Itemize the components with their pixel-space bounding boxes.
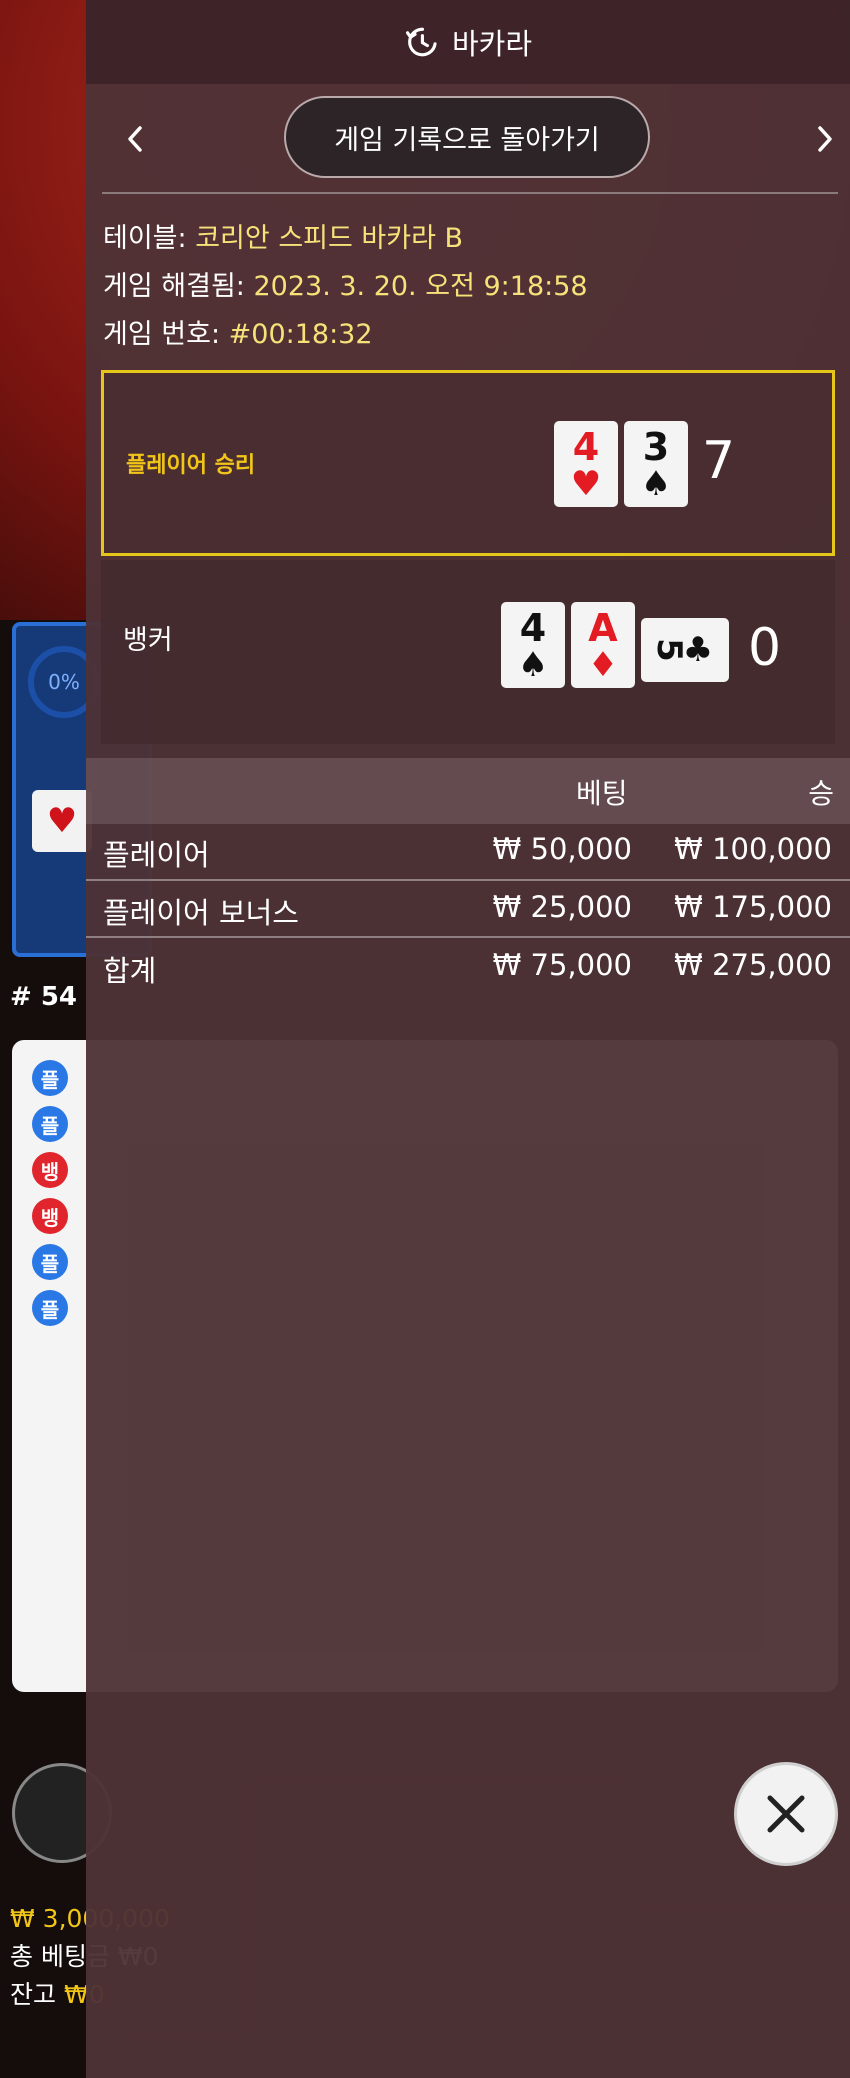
bet-amount: ₩ 75,000 bbox=[492, 948, 632, 982]
close-button[interactable] bbox=[734, 1762, 838, 1866]
panel-header: 바카라 bbox=[86, 0, 850, 84]
win-amount: ₩ 275,000 bbox=[674, 948, 832, 982]
diamond-icon: ♦ bbox=[587, 645, 619, 685]
bet-amount: ₩ 25,000 bbox=[492, 890, 632, 924]
history-nav: 게임 기록으로 돌아가기 bbox=[86, 96, 850, 182]
table-row-total: 합계 ₩ 75,000 ₩ 275,000 bbox=[86, 938, 850, 996]
road-mark: 뱅 bbox=[32, 1152, 68, 1188]
table-label: 테이블: bbox=[103, 223, 187, 254]
win-column-header: 승 bbox=[808, 777, 834, 810]
game-number-info: 게임 번호: #00:18:32 bbox=[103, 312, 373, 351]
round-number: # 54 bbox=[10, 982, 78, 1012]
bet-name: 플레이어 bbox=[103, 838, 210, 872]
banker-score: 0 bbox=[748, 618, 782, 678]
back-to-history-button[interactable]: 게임 기록으로 돌아가기 bbox=[284, 96, 650, 178]
card-rank: 3 bbox=[642, 425, 670, 469]
card-rank: 5 bbox=[648, 638, 689, 662]
banker-card-1: 4 ♠ bbox=[501, 602, 565, 688]
heart-icon: ♥ bbox=[570, 464, 602, 504]
banker-result-label: 뱅커 bbox=[123, 625, 173, 656]
banker-card-3: 5 ♣ bbox=[641, 618, 729, 682]
table-row: 플레이어 보너스 ₩ 25,000 ₩ 175,000 bbox=[86, 880, 850, 938]
bet-column-header: 베팅 bbox=[576, 777, 628, 810]
bets-table-header: 베팅 승 bbox=[86, 758, 850, 824]
game-history-panel: 바카라 게임 기록으로 돌아가기 테이블: 코리안 스피드 바카라 B 게임 해… bbox=[86, 0, 850, 2078]
close-icon bbox=[767, 1795, 805, 1833]
win-amount: ₩ 100,000 bbox=[674, 832, 832, 866]
banker-result: 뱅커 4 ♠ A ♦ 5 ♣ 0 bbox=[101, 560, 835, 744]
header-divider bbox=[102, 192, 838, 194]
panel-title: 바카라 bbox=[451, 27, 533, 61]
next-game-button[interactable] bbox=[800, 114, 850, 164]
chevron-right-icon bbox=[818, 126, 832, 152]
resolved-value: 2023. 3. 20. 오전 9:18:58 bbox=[253, 271, 588, 302]
spade-icon: ♠ bbox=[517, 645, 549, 685]
card-rank: 4 bbox=[572, 425, 600, 469]
player-result: 플레이어 승리 4 ♥ 3 ♠ 7 bbox=[101, 370, 835, 556]
road-mark: 플 bbox=[32, 1060, 68, 1096]
previous-game-button[interactable] bbox=[110, 114, 160, 164]
banker-card-2: A ♦ bbox=[571, 602, 635, 688]
table-info: 테이블: 코리안 스피드 바카라 B bbox=[103, 216, 463, 255]
game-number-label: 게임 번호: bbox=[103, 319, 221, 350]
game-number-value: #00:18:32 bbox=[228, 319, 373, 350]
card-rank: 4 bbox=[519, 606, 547, 650]
resolved-label: 게임 해결됨: bbox=[103, 271, 245, 302]
table-row: 플레이어 ₩ 50,000 ₩ 100,000 bbox=[86, 822, 850, 880]
bet-amount: ₩ 50,000 bbox=[492, 832, 632, 866]
win-amount: ₩ 175,000 bbox=[674, 890, 832, 924]
road-mark: 플 bbox=[32, 1106, 68, 1142]
balance-label: 잔고 bbox=[10, 1980, 57, 2009]
resolved-info: 게임 해결됨: 2023. 3. 20. 오전 9:18:58 bbox=[103, 264, 588, 303]
player-card-2: 3 ♠ bbox=[624, 421, 688, 507]
player-card-1: 4 ♥ bbox=[554, 421, 618, 507]
history-icon bbox=[405, 27, 437, 57]
road-mark: 뱅 bbox=[32, 1198, 68, 1234]
bet-name: 플레이어 보너스 bbox=[103, 896, 299, 930]
table-value: 코리안 스피드 바카라 B bbox=[195, 223, 464, 254]
spade-icon: ♠ bbox=[640, 464, 672, 504]
road-mark: 플 bbox=[32, 1290, 68, 1326]
road-mark: 플 bbox=[32, 1244, 68, 1280]
card-rank: A bbox=[588, 606, 618, 650]
background-card: ♥ bbox=[32, 790, 92, 852]
player-score: 7 bbox=[702, 431, 736, 491]
chevron-left-icon bbox=[128, 126, 142, 152]
player-result-label: 플레이어 승리 bbox=[126, 453, 256, 478]
bet-name: 합계 bbox=[103, 954, 157, 988]
